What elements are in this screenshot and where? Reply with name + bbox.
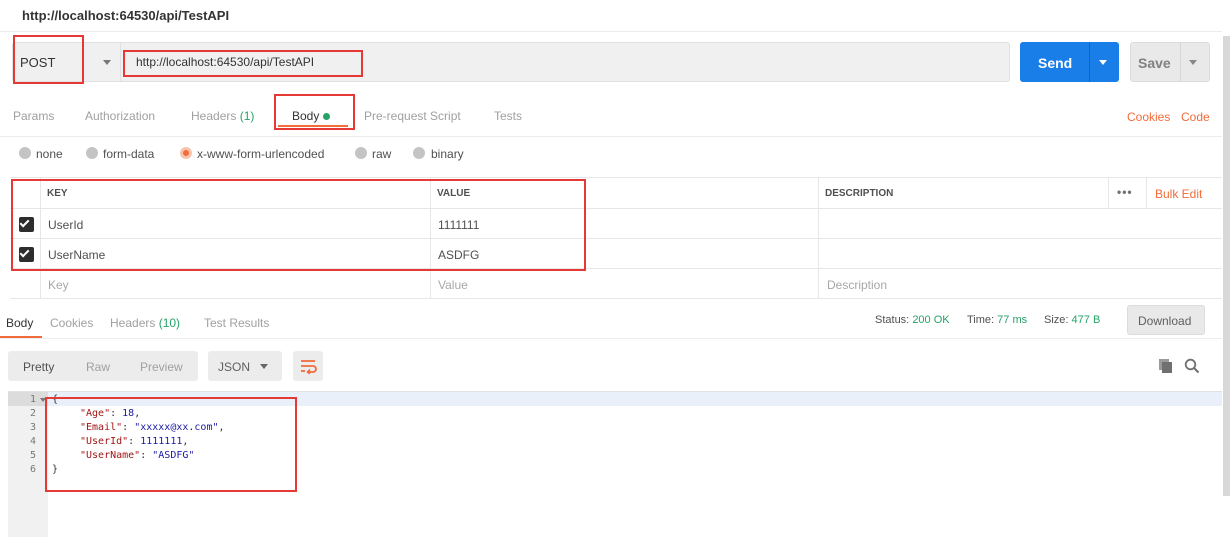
line-number: 2 [29, 408, 36, 419]
line-number: 6 [29, 464, 36, 475]
save-options-chevron-icon[interactable] [1189, 60, 1197, 65]
method-divider [120, 42, 121, 82]
chevron-down-icon[interactable] [260, 364, 268, 369]
tab-pre-request-script[interactable]: Pre-request Script [364, 109, 461, 123]
new-value-input[interactable]: Value [438, 278, 468, 292]
radio-x-www-form-urlencoded-label[interactable]: x-www-form-urlencoded [197, 147, 324, 161]
table-bottom-border [10, 298, 1222, 299]
table-top-border [10, 177, 1222, 178]
search-icon[interactable] [1184, 358, 1200, 374]
time-label: Time: [967, 314, 995, 326]
title-divider [0, 31, 1222, 32]
status-label: Status: [875, 314, 910, 326]
wrap-lines-button[interactable] [293, 351, 323, 381]
response-tab-headers-label: Headers [110, 316, 156, 330]
save-split-divider [1180, 42, 1181, 82]
view-pretty[interactable]: Pretty [23, 360, 54, 374]
size-value: 477 B [1071, 314, 1101, 326]
annotation-box-params [11, 179, 586, 271]
download-button-label[interactable]: Download [1138, 314, 1191, 328]
radio-none-label[interactable]: none [36, 147, 63, 161]
radio-form-data[interactable] [86, 147, 98, 159]
response-tab-body[interactable]: Body [6, 316, 33, 330]
tab-params[interactable]: Params [13, 109, 54, 123]
radio-binary[interactable] [413, 147, 425, 159]
line-number: 5 [29, 450, 36, 461]
wrap-lines-icon [301, 360, 317, 374]
annotation-box-url [123, 50, 363, 77]
table-col-divider [1108, 177, 1109, 208]
time-readout: Time: 77 ms [967, 314, 1027, 326]
cookies-link[interactable]: Cookies [1127, 110, 1170, 124]
tab-tests[interactable]: Tests [494, 109, 522, 123]
tab-headers[interactable]: Headers (1) [191, 109, 254, 123]
tab-authorization[interactable]: Authorization [85, 109, 155, 123]
status-value: 200 OK [912, 314, 950, 326]
postman-window: http://localhost:64530/api/TestAPI POST … [0, 0, 1230, 537]
time-value: 77 ms [997, 314, 1028, 326]
send-options-chevron-icon[interactable] [1099, 60, 1107, 65]
new-description-input[interactable]: Description [827, 278, 887, 292]
line-number: 4 [29, 436, 36, 447]
more-options-icon[interactable]: ••• [1117, 185, 1133, 199]
response-tab-headers[interactable]: Headers (10) [110, 316, 180, 330]
response-tabs-divider [0, 338, 1222, 339]
save-button-label[interactable]: Save [1138, 55, 1171, 71]
column-header-description: DESCRIPTION [825, 188, 894, 199]
send-button-label[interactable]: Send [1038, 55, 1072, 71]
tabs-divider [0, 136, 1222, 137]
send-split-divider [1089, 42, 1090, 82]
size-readout: Size: 477 B [1044, 314, 1100, 326]
radio-none[interactable] [19, 147, 31, 159]
radio-raw-label[interactable]: raw [372, 147, 391, 161]
code-link[interactable]: Code [1181, 110, 1210, 124]
table-col-divider [1146, 177, 1147, 208]
view-raw[interactable]: Raw [86, 360, 110, 374]
response-tab-test-results[interactable]: Test Results [204, 316, 269, 330]
response-tab-headers-count: (10) [158, 316, 181, 330]
table-col-divider [818, 177, 819, 299]
annotation-box-body-tab [274, 94, 355, 130]
chevron-down-icon[interactable] [103, 60, 111, 65]
radio-raw[interactable] [355, 147, 367, 159]
tab-headers-label: Headers [191, 109, 237, 123]
status-readout: Status: 200 OK [875, 314, 950, 326]
line-number: 1 [29, 394, 36, 405]
view-preview[interactable]: Preview [140, 360, 183, 374]
annotation-box-response-json [45, 397, 297, 492]
copy-icon[interactable] [1158, 358, 1174, 374]
vertical-scrollbar[interactable] [1223, 36, 1230, 496]
request-title: http://localhost:64530/api/TestAPI [22, 8, 230, 23]
tab-headers-count: (1) [239, 109, 255, 123]
radio-binary-label[interactable]: binary [431, 147, 464, 161]
annotation-box-method [13, 35, 84, 84]
radio-x-www-form-urlencoded[interactable] [180, 147, 192, 159]
radio-form-data-label[interactable]: form-data [103, 147, 154, 161]
size-label: Size: [1044, 314, 1069, 326]
new-key-input[interactable]: Key [48, 278, 69, 292]
response-tab-cookies[interactable]: Cookies [50, 316, 93, 330]
format-select-label[interactable]: JSON [218, 360, 250, 374]
bulk-edit-link[interactable]: Bulk Edit [1155, 187, 1202, 201]
line-number: 3 [29, 422, 36, 433]
